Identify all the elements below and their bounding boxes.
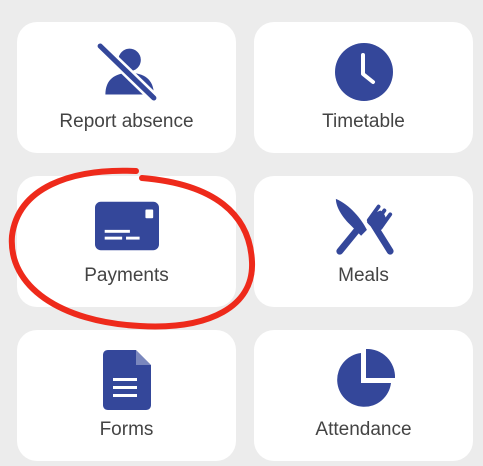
credit-card-icon [94, 194, 159, 258]
tile-report-absence[interactable]: Report absence [17, 22, 236, 153]
tile-timetable[interactable]: Timetable [254, 22, 473, 153]
person-off-icon [95, 40, 159, 104]
tile-payments[interactable]: Payments [17, 176, 236, 307]
document-icon [95, 348, 159, 412]
tile-attendance[interactable]: Attendance [254, 330, 473, 461]
tile-label: Report absence [59, 111, 194, 132]
tile-meals[interactable]: Meals [254, 176, 473, 307]
pie-chart-icon [332, 348, 396, 412]
tile-forms[interactable]: Forms [17, 330, 236, 461]
tile-label: Timetable [322, 111, 405, 132]
fork-knife-icon [332, 194, 396, 258]
tile-label: Attendance [315, 419, 412, 440]
clock-icon [332, 40, 396, 104]
tile-label: Meals [338, 265, 389, 286]
tile-label: Forms [99, 419, 154, 440]
tile-label: Payments [84, 265, 169, 286]
